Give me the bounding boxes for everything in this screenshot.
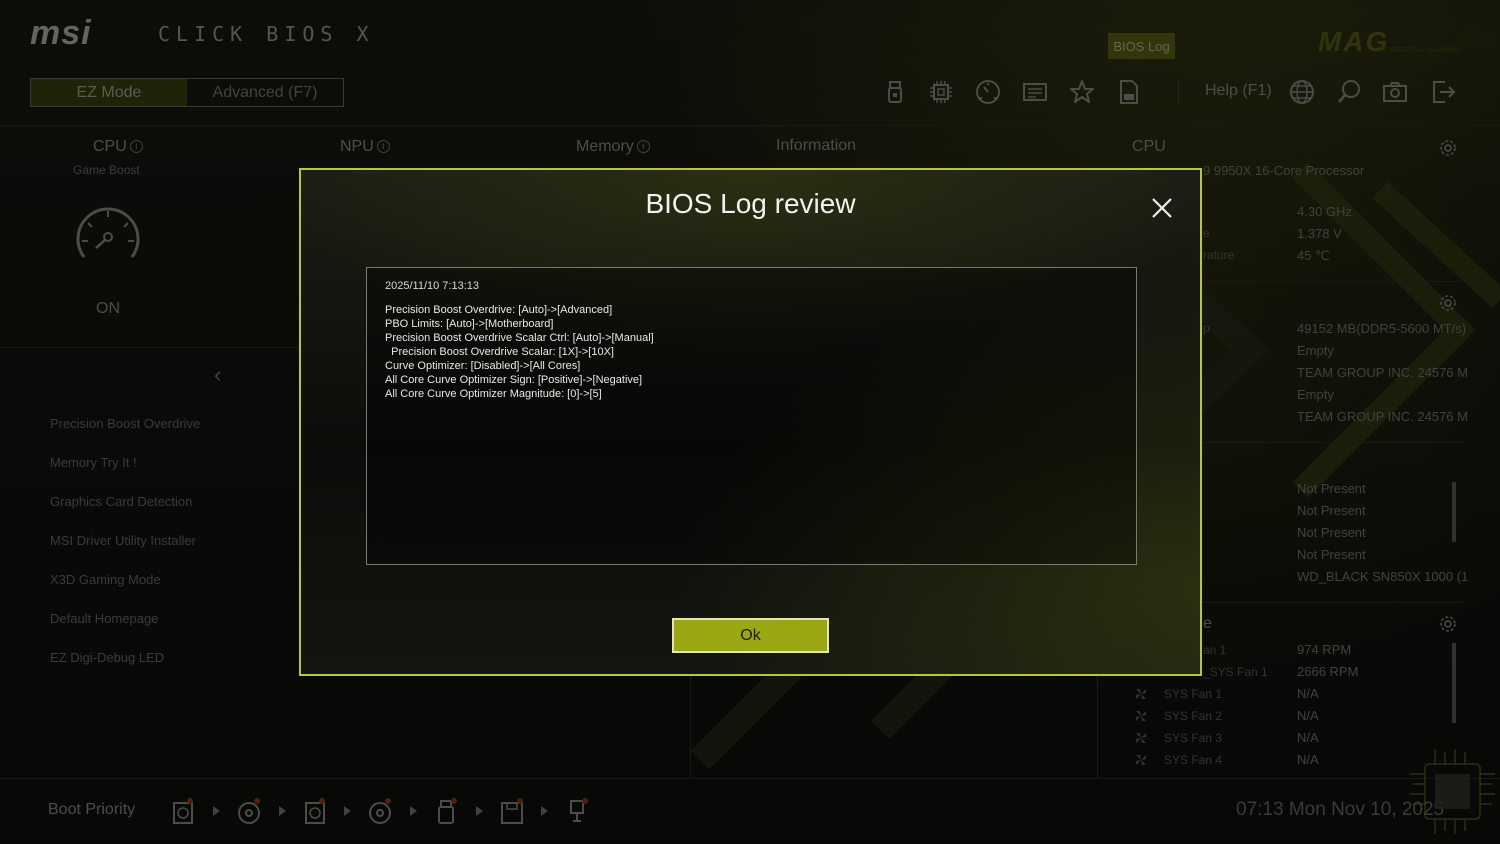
log-timestamp: 2025/11/10 7:13:13 bbox=[385, 280, 479, 292]
log-line: PBO Limits: [Auto]->[Motherboard] bbox=[385, 318, 554, 330]
log-line: All Core Curve Optimizer Sign: [Positive… bbox=[385, 374, 643, 386]
ok-button[interactable]: Ok bbox=[672, 618, 829, 653]
log-line: Precision Boost Overdrive Scalar: [1X]->… bbox=[385, 346, 614, 358]
log-line: Precision Boost Overdrive Scalar Ctrl: [… bbox=[385, 332, 654, 344]
close-icon[interactable] bbox=[1149, 195, 1175, 221]
log-line: All Core Curve Optimizer Magnitude: [0]-… bbox=[385, 388, 602, 400]
log-line: Curve Optimizer: [Disabled]->[All Cores] bbox=[385, 360, 581, 372]
log-line: Precision Boost Overdrive: [Auto]->[Adva… bbox=[385, 304, 613, 316]
bios-log-review-dialog: BIOS Log review 2025/11/10 7:13:13 Preci… bbox=[299, 168, 1202, 676]
log-content-box: 2025/11/10 7:13:13 Precision Boost Overd… bbox=[366, 267, 1137, 565]
dialog-title: BIOS Log review bbox=[645, 188, 856, 219]
